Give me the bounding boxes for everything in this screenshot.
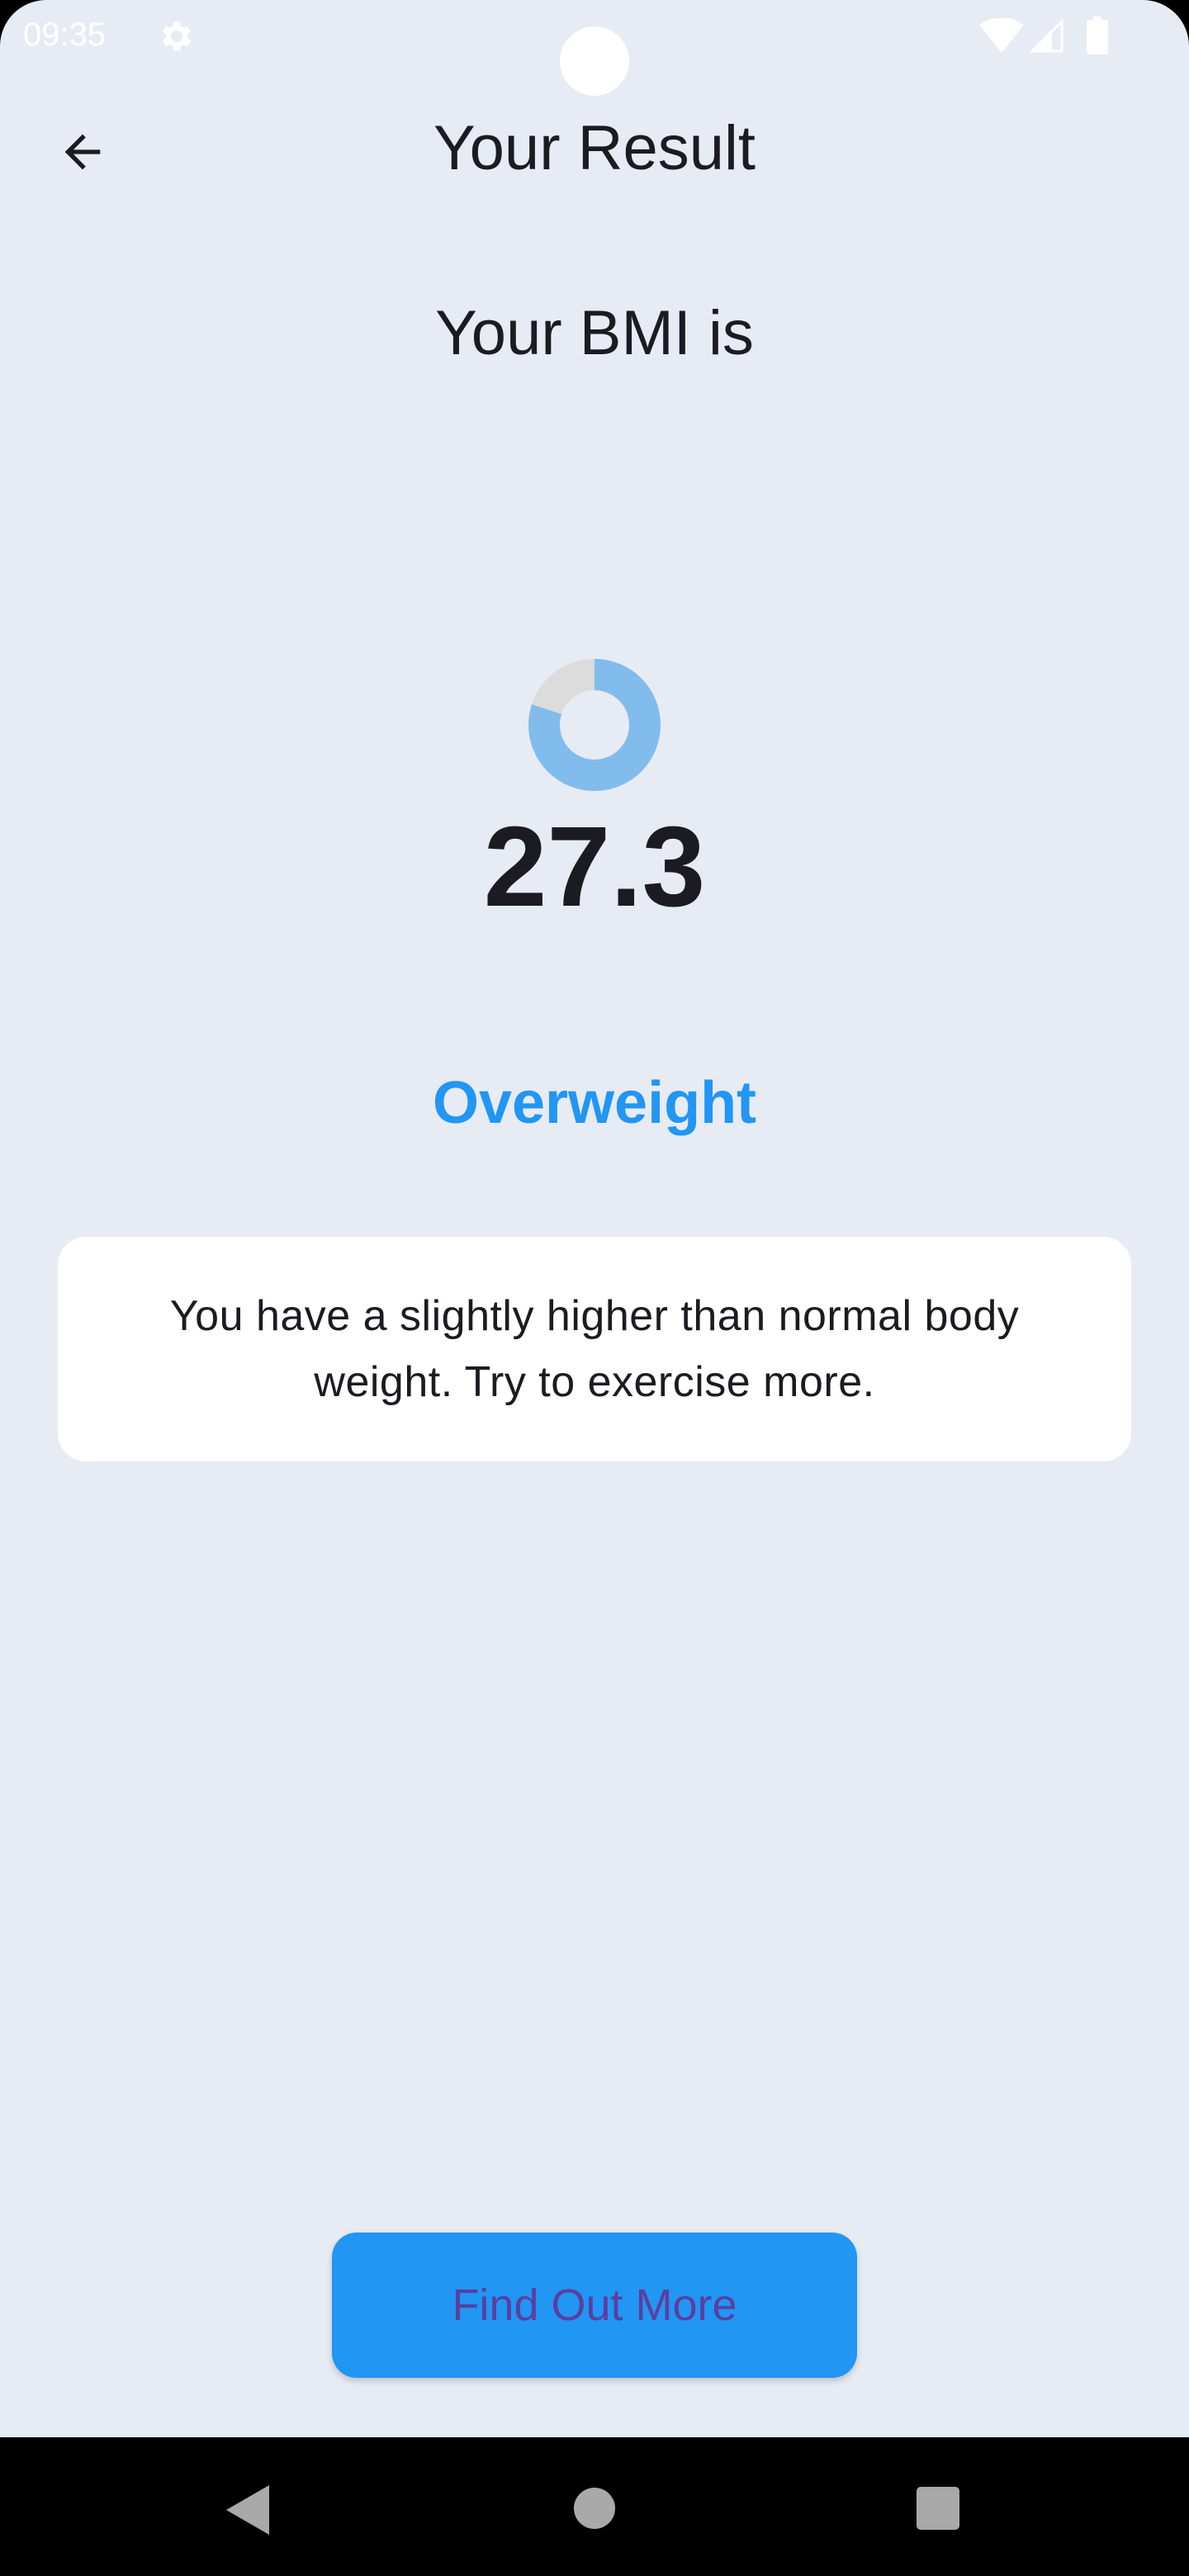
recents-square-icon[interactable] xyxy=(917,2487,959,2530)
status-bar: 09:35 xyxy=(0,0,1189,96)
bmi-heading: Your BMI is xyxy=(435,298,754,368)
app-screen: 09:35 Your Result Your BMI is 27.3 Overw… xyxy=(0,0,1189,2437)
signal-icon xyxy=(1030,18,1063,53)
battery-icon xyxy=(1087,17,1108,54)
find-out-more-button[interactable]: Find Out More xyxy=(332,2233,857,2378)
bmi-value: 27.3 xyxy=(483,803,706,930)
gear-icon xyxy=(162,21,192,51)
wifi-icon xyxy=(979,18,1024,53)
home-circle-icon[interactable] xyxy=(573,2487,616,2530)
camera-cutout xyxy=(560,26,629,96)
message-card: You have a slightly higher than normal b… xyxy=(58,1237,1131,1461)
find-out-more-label: Find Out More xyxy=(452,2280,737,2330)
result-message: You have a slightly higher than normal b… xyxy=(169,1292,1020,1406)
bmi-category: Overweight xyxy=(432,1070,757,1136)
progress-ring xyxy=(528,659,661,791)
back-triangle-icon[interactable] xyxy=(225,2485,271,2535)
status-time: 09:35 xyxy=(23,17,107,53)
page-title: Your Result xyxy=(433,113,756,183)
